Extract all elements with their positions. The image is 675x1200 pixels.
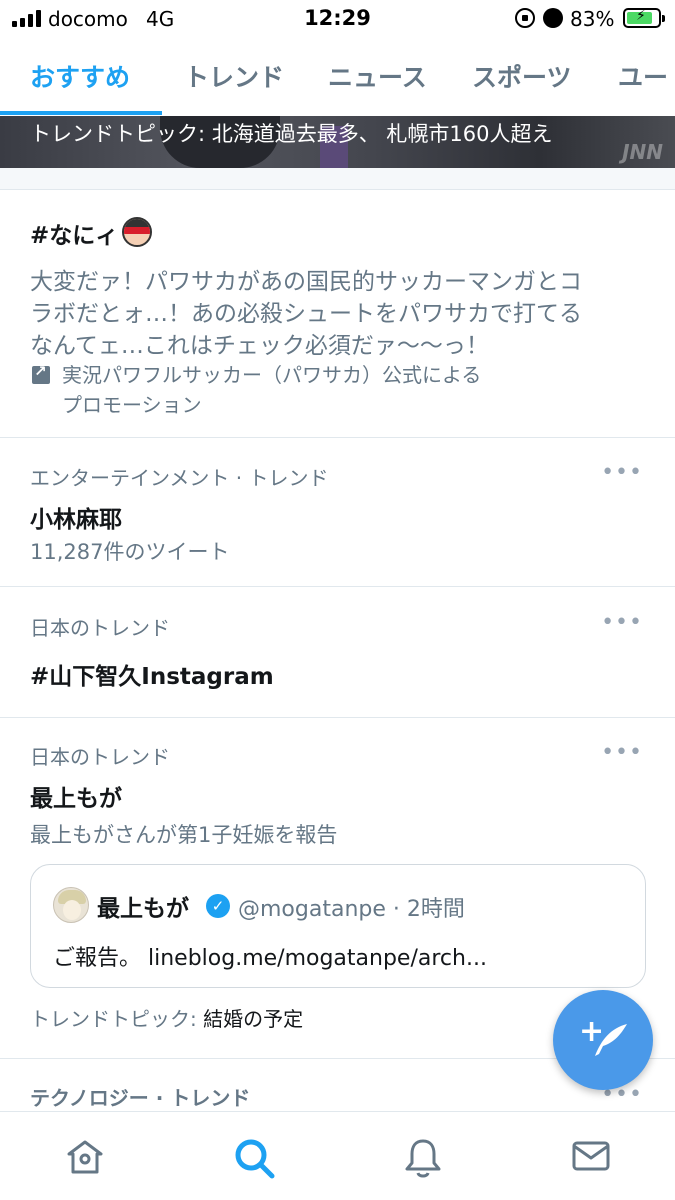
trend-topic-label: トレンドトピック:: [30, 1007, 197, 1031]
trend-topic-value: 結婚の予定: [203, 1007, 304, 1031]
tweet-author-name: 最上もが: [97, 896, 189, 922]
trend-item[interactable]: [0, 587, 675, 718]
tweet-text: ご報告。 lineblog.me/mogatanpe/arch...: [53, 946, 487, 971]
tab-recommended[interactable]: おすすめ: [30, 58, 130, 94]
trend-category: 日本のトレンド: [30, 745, 170, 769]
rotation-lock-icon: [515, 8, 535, 28]
trend-title: 小林麻耶: [30, 507, 122, 533]
tab-sports[interactable]: スポーツ: [472, 58, 572, 94]
embedded-tweet-card[interactable]: 最上もが ✓ @mogatanpe · 2時間 ご報告。 lineblog.me…: [30, 864, 646, 988]
trend-category: テクノロジー · トレンド: [30, 1086, 251, 1110]
trend-topic: トレンドトピック: 結婚の予定: [30, 1003, 303, 1032]
more-options-icon[interactable]: •••: [601, 460, 643, 485]
promoted-by-label: 実況パワフルサッカー（パワサカ）公式による プロモーション: [62, 363, 482, 417]
home-icon[interactable]: [64, 1136, 106, 1178]
more-options-icon[interactable]: •••: [601, 610, 643, 635]
trend-tweet-count: 11,287件のツイート: [30, 540, 230, 564]
mail-icon[interactable]: [570, 1136, 612, 1176]
explore-tabs: おすすめ トレンド ニュース スポーツ ユー: [0, 38, 675, 116]
verified-badge-icon: ✓: [206, 894, 230, 918]
trend-banner-image[interactable]: トレンドトピック: 北海道過去最多、 札幌市160人超え JNN: [0, 116, 675, 168]
compose-tweet-icon: [595, 1024, 627, 1056]
trend-category: 日本のトレンド: [30, 616, 170, 640]
promoted-arrow-icon: [32, 362, 50, 384]
bottom-navigation: [0, 1111, 675, 1200]
section-divider: [0, 168, 675, 190]
tab-entertainment[interactable]: ユー: [618, 58, 668, 94]
trend-title: #山下智久Instagram: [30, 664, 274, 690]
battery-icon: ⚡: [623, 8, 665, 28]
mascot-emoji-icon: [122, 217, 153, 247]
tab-news[interactable]: ニュース: [328, 58, 427, 94]
tweet-author-handle: @mogatanpe · 2時間: [238, 897, 465, 922]
banner-watermark: JNN: [622, 140, 663, 164]
more-options-icon[interactable]: •••: [601, 740, 643, 765]
compose-tweet-button[interactable]: +: [553, 990, 653, 1090]
active-tab-indicator: [0, 111, 162, 115]
bell-icon[interactable]: [402, 1136, 444, 1180]
battery-percent: 83%: [570, 7, 615, 31]
alarm-icon: [543, 8, 563, 28]
trend-description: 最上もがさんが第1子妊娠を報告: [30, 823, 338, 847]
promoted-trend-title: #なにィ: [30, 216, 153, 250]
trend-title: 最上もが: [30, 786, 122, 812]
search-icon[interactable]: [232, 1136, 276, 1180]
banner-caption: トレンドトピック: 北海道過去最多、 札幌市160人超え: [30, 122, 553, 146]
tab-trending[interactable]: トレンド: [184, 58, 284, 94]
status-bar: docomo 4G 12:29 83% ⚡: [0, 0, 675, 38]
trend-category: エンターテインメント · トレンド: [30, 466, 329, 490]
promoted-trend-body: 大変だァ！パワサカがあの国民的サッカーマンガとコ ラボだとォ…！あの必殺シュート…: [30, 269, 582, 359]
avatar[interactable]: [53, 887, 89, 923]
